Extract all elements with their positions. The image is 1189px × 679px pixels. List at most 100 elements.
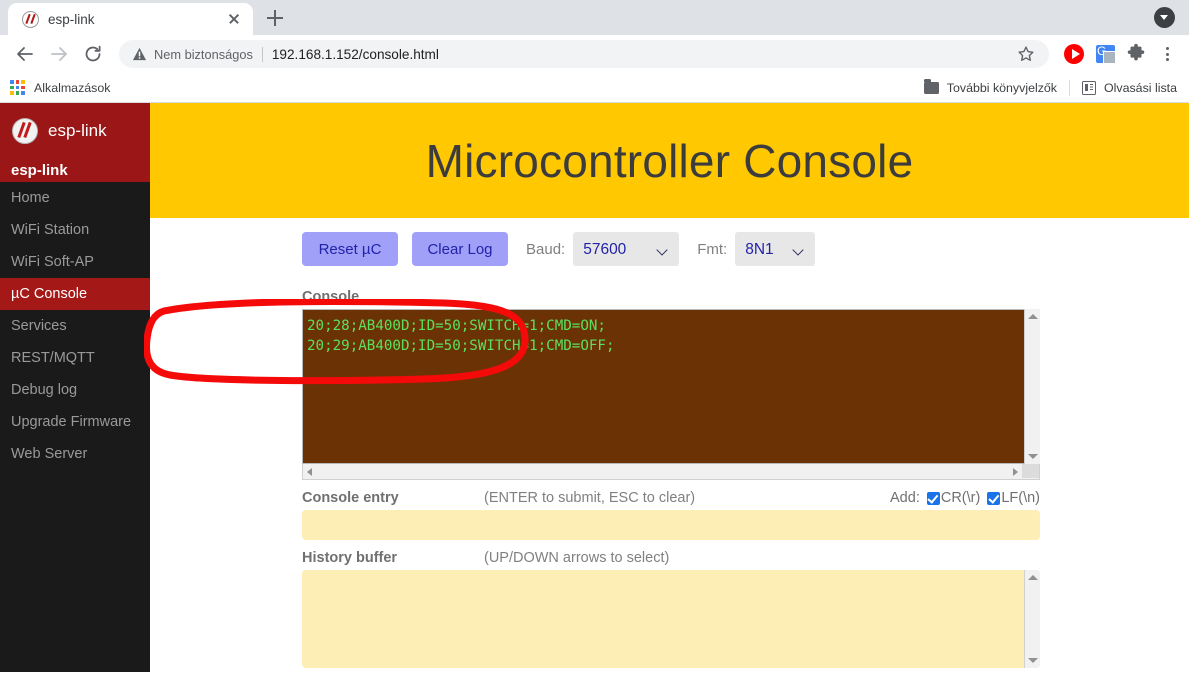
- forward-button[interactable]: [44, 39, 74, 69]
- browser-window: esp-link Nem biztonságos 192.168.1.152/c…: [0, 0, 1189, 679]
- sidebar-item-label: Upgrade Firmware: [11, 414, 132, 430]
- history-scroll-up-icon[interactable]: [1028, 575, 1038, 580]
- reload-button[interactable]: [78, 39, 108, 69]
- cr-checkbox-group[interactable]: CR(\r): [926, 490, 981, 506]
- sidebar-item-label: Web Server: [11, 446, 88, 462]
- history-buffer-label: History buffer: [302, 550, 398, 566]
- back-button[interactable]: [10, 39, 40, 69]
- scrollbar-corner: [1022, 464, 1039, 478]
- line-ending-options: Add: CR(\r) LF(\n): [890, 490, 1040, 506]
- chrome-menu-icon[interactable]: [1155, 41, 1179, 67]
- reading-list-label: Olvasási lista: [1104, 80, 1177, 95]
- web-page: esp-link esp-link Home WiFi Station WiFi…: [0, 103, 1189, 679]
- sidebar-item-label: µC Console: [11, 286, 88, 302]
- address-bar[interactable]: Nem biztonságos 192.168.1.152/console.ht…: [119, 40, 1049, 68]
- sidebar-item-label: Debug log: [11, 382, 78, 398]
- console-entry-hint: (ENTER to submit, ESC to clear): [484, 490, 696, 506]
- console-entry-label: Console entry: [302, 490, 399, 506]
- esp-link-logo-icon: [12, 117, 38, 144]
- scroll-up-icon[interactable]: [1028, 314, 1038, 319]
- sidebar: esp-link esp-link Home WiFi Station WiFi…: [0, 103, 150, 672]
- bookmark-apps[interactable]: Alkalmazások: [10, 80, 110, 95]
- console-entry-labelrow: Console entry (ENTER to submit, ESC to c…: [302, 490, 1040, 506]
- console-label: Console: [302, 289, 360, 305]
- tab-title: esp-link: [48, 11, 95, 27]
- browser-tab[interactable]: esp-link: [8, 3, 253, 35]
- other-bookmarks-label: További könyvjelzők: [946, 80, 1057, 95]
- tab-search-icon[interactable]: [1154, 7, 1175, 28]
- scroll-right-icon[interactable]: [1013, 468, 1018, 476]
- reset-uc-button[interactable]: Reset µC: [302, 232, 398, 266]
- extensions-icon[interactable]: [1123, 41, 1149, 67]
- history-buffer-wrap: [302, 570, 1040, 673]
- sidebar-item-wifi-soft-ap[interactable]: WiFi Soft-AP: [0, 246, 150, 278]
- sidebar-logo-label: esp-link: [48, 120, 107, 140]
- tab-strip: esp-link: [0, 0, 1189, 35]
- sidebar-item-wifi-station[interactable]: WiFi Station: [0, 214, 150, 246]
- fmt-select-wrap: 8N1: [735, 232, 816, 266]
- browser-toolbar: Nem biztonságos 192.168.1.152/console.ht…: [0, 35, 1189, 73]
- history-buffer-hint: (UP/DOWN arrows to select): [484, 550, 670, 566]
- main-content: Microcontroller Console Reset µC Clear L…: [150, 103, 1189, 679]
- youtube-icon[interactable]: [1061, 41, 1087, 67]
- other-bookmarks-button[interactable]: További könyvjelzők: [923, 78, 1057, 95]
- sidebar-logo[interactable]: esp-link: [0, 103, 150, 158]
- sidebar-item-services[interactable]: Services: [0, 310, 150, 342]
- page-banner: Microcontroller Console: [150, 103, 1189, 218]
- sidebar-item-label: REST/MQTT: [11, 350, 95, 366]
- folder-icon: [923, 78, 939, 94]
- add-label: Add:: [890, 490, 920, 506]
- lf-checkbox[interactable]: [987, 491, 1001, 505]
- bookmarks-divider: [1069, 79, 1070, 96]
- console-body: Reset µC Clear Log Baud: 57600 Fmt: 8N1: [150, 218, 1189, 673]
- sidebar-item-label: WiFi Station: [11, 222, 90, 238]
- sidebar-item-uc-console[interactable]: µC Console: [0, 278, 150, 310]
- sidebar-item-rest-mqtt[interactable]: REST/MQTT: [0, 342, 150, 374]
- sidebar-item-web-server[interactable]: Web Server: [0, 438, 150, 470]
- scroll-down-icon[interactable]: [1028, 454, 1038, 459]
- new-tab-button[interactable]: [261, 4, 289, 32]
- baud-select-wrap: 57600: [573, 232, 680, 266]
- apps-grid-icon: [10, 80, 25, 95]
- history-vertical-scrollbar[interactable]: [1024, 570, 1040, 668]
- cr-checkbox[interactable]: [926, 491, 940, 505]
- close-tab-icon[interactable]: [225, 10, 243, 28]
- sidebar-item-label: Services: [11, 318, 67, 334]
- security-status-text: Nem biztonságos: [154, 46, 253, 62]
- console-vertical-scrollbar[interactable]: [1024, 309, 1040, 464]
- console-toolbar: Reset µC Clear Log Baud: 57600 Fmt: 8N1: [302, 232, 1189, 266]
- bookmarks-bar: Alkalmazások További könyvjelzők Olvasás…: [0, 73, 1189, 103]
- sidebar-item-debug-log[interactable]: Debug log: [0, 374, 150, 406]
- google-translate-icon[interactable]: [1092, 41, 1118, 67]
- reading-list-icon: [1082, 80, 1096, 95]
- reading-list-button[interactable]: Olvasási lista: [1082, 80, 1177, 95]
- console-entry-input[interactable]: [302, 510, 1040, 540]
- sidebar-item-label: Home: [11, 190, 50, 206]
- history-buffer-labelrow: History buffer (UP/DOWN arrows to select…: [302, 550, 1040, 566]
- not-secure-warning-icon: [132, 47, 147, 61]
- cr-label: CR(\r): [940, 490, 981, 506]
- console-output-wrap: 20;28;AB400D;ID=50;SWITCH=1;CMD=ON; 20;2…: [302, 309, 1040, 464]
- clear-log-button[interactable]: Clear Log: [412, 232, 508, 266]
- sidebar-item-upgrade-firmware[interactable]: Upgrade Firmware: [0, 406, 150, 438]
- sidebar-item-label: WiFi Soft-AP: [11, 254, 94, 270]
- page-title: Microcontroller Console: [425, 134, 914, 187]
- omnibox-divider: [261, 46, 263, 62]
- scroll-left-icon[interactable]: [307, 468, 312, 476]
- history-buffer-textarea[interactable]: [302, 570, 1040, 668]
- url-text: 192.168.1.152/console.html: [271, 46, 439, 62]
- history-scroll-down-icon[interactable]: [1028, 658, 1038, 663]
- sidebar-item-home[interactable]: Home: [0, 182, 150, 214]
- fmt-label: Fmt:: [697, 240, 728, 258]
- bookmark-star-icon[interactable]: [1015, 43, 1037, 65]
- baud-select[interactable]: 57600: [573, 232, 680, 266]
- lf-label: LF(\n): [1001, 490, 1040, 506]
- sidebar-brand: esp-link: [0, 158, 150, 182]
- bookmark-apps-label: Alkalmazások: [34, 80, 111, 95]
- baud-label: Baud:: [526, 240, 566, 258]
- esp-link-favicon-icon: [22, 10, 39, 28]
- lf-checkbox-group[interactable]: LF(\n): [987, 490, 1040, 506]
- console-horizontal-scrollbar[interactable]: [302, 464, 1040, 480]
- console-output[interactable]: 20;28;AB400D;ID=50;SWITCH=1;CMD=ON; 20;2…: [302, 309, 1040, 464]
- fmt-select[interactable]: 8N1: [735, 232, 816, 266]
